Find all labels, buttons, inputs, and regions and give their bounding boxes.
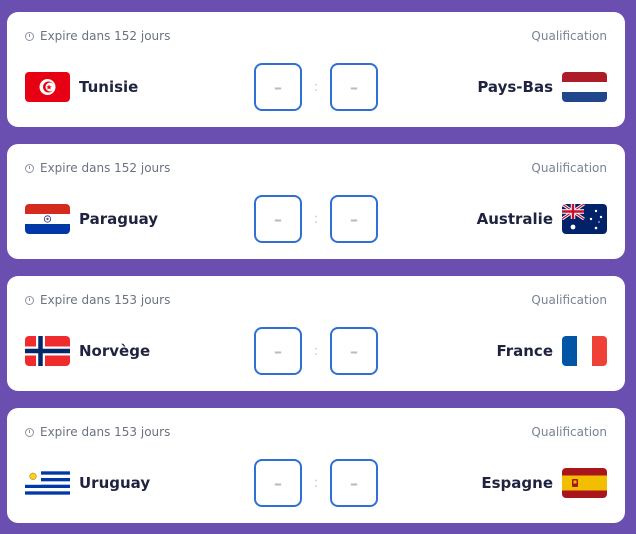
clock-icon <box>25 31 34 41</box>
home-team: Paraguay <box>25 204 158 234</box>
match-meta: Expire dans 152 jours Qualification <box>25 29 607 43</box>
expiry-text: Expire dans 153 jours <box>40 293 171 307</box>
home-team: Tunisie <box>25 72 138 102</box>
home-team: Norvège <box>25 336 150 366</box>
score-entry: – : – <box>254 62 378 112</box>
away-score-input[interactable]: – <box>330 459 378 507</box>
match-meta: Expire dans 153 jours Qualification <box>25 425 607 439</box>
home-score-input[interactable]: – <box>254 327 302 375</box>
home-team-name: Norvège <box>79 342 151 360</box>
away-team-name: Pays-Bas <box>477 78 553 96</box>
home-score-input[interactable]: – <box>254 63 302 111</box>
away-team: France <box>496 336 607 366</box>
score-separator: : <box>313 211 319 227</box>
home-team-name: Paraguay <box>79 210 159 228</box>
away-score-input[interactable]: – <box>330 63 378 111</box>
home-team-name: Tunisie <box>79 78 139 96</box>
match-row: Norvège France – : – <box>25 326 607 376</box>
score-separator: : <box>313 79 319 95</box>
match-row: Uruguay Espagne – : – <box>25 458 607 508</box>
match-card: Expire dans 153 jours Qualification Norv… <box>7 276 625 391</box>
match-row: Paraguay Australie –: – <box>25 194 607 244</box>
expiry-text: Expire dans 153 jours <box>40 425 171 439</box>
away-team: Espagne <box>481 468 607 498</box>
match-row: Tunisie Pays-Bas – : – <box>25 62 607 112</box>
australia-flag-icon <box>562 204 607 234</box>
phase-label: Qualification <box>531 293 607 307</box>
expiry-text: Expire dans 152 jours <box>40 161 171 175</box>
phase-label: Qualification <box>531 425 607 439</box>
match-meta: Expire dans 152 jours Qualification <box>25 161 607 175</box>
clock-icon <box>25 295 34 305</box>
expiry-info: Expire dans 153 jours <box>25 425 170 439</box>
norway-flag-icon <box>25 336 70 366</box>
paraguay-flag-icon <box>25 204 70 234</box>
away-score-input[interactable]: – <box>330 195 378 243</box>
netherlands-flag-icon <box>562 72 607 102</box>
home-score-input[interactable]: – <box>254 195 302 243</box>
home-score-input[interactable]: – <box>254 459 302 507</box>
away-team: Pays-Bas <box>477 72 607 102</box>
uruguay-flag-icon <box>25 468 70 498</box>
spain-flag-icon <box>562 468 607 498</box>
score-entry: – : – <box>254 458 378 508</box>
phase-label: Qualification <box>531 29 607 43</box>
expiry-info: Expire dans 152 jours <box>25 29 170 43</box>
match-card: Expire dans 153 jours Qualification Urug… <box>7 408 625 523</box>
match-meta: Expire dans 153 jours Qualification <box>25 293 607 307</box>
match-card: Expire dans 152 jours Qualification Para… <box>7 144 625 259</box>
score-entry: – : – <box>254 194 378 244</box>
expiry-info: Expire dans 153 jours <box>25 293 170 307</box>
away-score-input[interactable]: – <box>330 327 378 375</box>
clock-icon <box>25 427 34 437</box>
away-team: Australie <box>477 204 607 234</box>
away-team-name: France <box>496 342 553 360</box>
expiry-info: Expire dans 152 jours <box>25 161 170 175</box>
match-card: Expire dans 152 jours Qualification Tuni… <box>7 12 625 127</box>
phase-label: Qualification <box>531 161 607 175</box>
away-team-name: Espagne <box>481 474 553 492</box>
home-team: Uruguay <box>25 468 150 498</box>
score-entry: – : – <box>254 326 378 376</box>
away-team-name: Australie <box>476 210 553 228</box>
score-separator: : <box>313 475 319 491</box>
score-separator: : <box>313 343 319 359</box>
match-list: Expire dans 152 jours Qualification Tuni… <box>0 0 636 534</box>
expiry-text: Expire dans 152 jours <box>40 29 171 43</box>
clock-icon <box>25 163 34 173</box>
tunisia-flag-icon <box>25 72 70 102</box>
france-flag-icon <box>562 336 607 366</box>
home-team-name: Uruguay <box>79 474 151 492</box>
